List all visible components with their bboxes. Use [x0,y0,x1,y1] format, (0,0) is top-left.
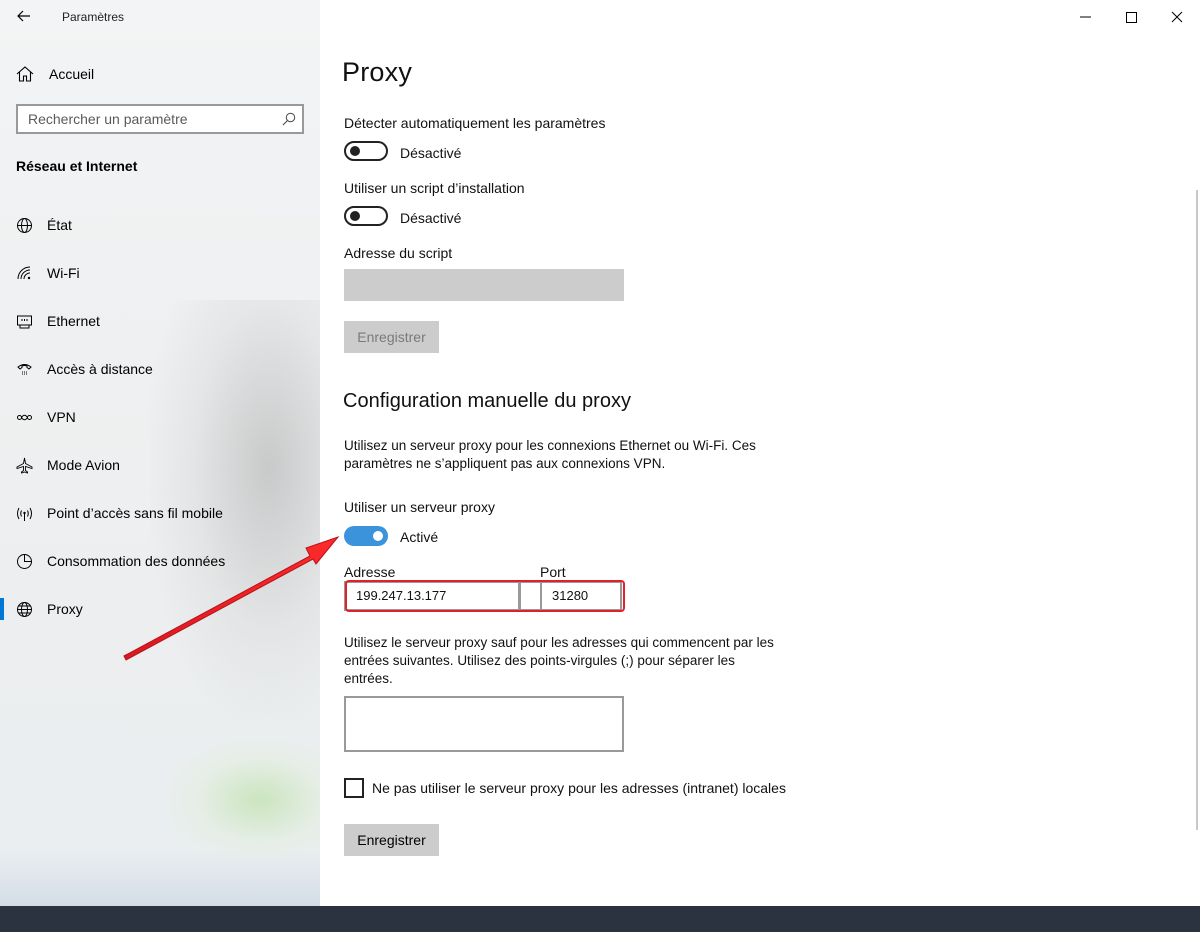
home-nav-item[interactable]: Accueil [0,58,320,90]
manual-proxy-description: Utilisez un serveur proxy pour les conne… [344,437,794,473]
sidebar-item-label: Point d’accès sans fil mobile [47,505,223,521]
sidebar-item-label: Accès à distance [47,361,153,377]
sidebar-item-label: Proxy [47,601,83,617]
annotation-highlight-box [345,580,625,612]
hotspot-icon [16,505,33,522]
home-label: Accueil [49,66,95,82]
manual-proxy-heading: Configuration manuelle du proxy [343,390,631,412]
local-bypass-checkbox[interactable] [344,778,364,798]
sidebar-item-proxy[interactable]: Proxy [0,589,320,629]
description-line: entrées suivantes. Utilisez des points-v… [344,653,735,668]
globe-icon [16,601,33,618]
sidebar-item-label: État [47,217,72,233]
sidebar-item-acces-distance[interactable]: Accès à distance [0,349,320,389]
sidebar-item-label: Wi-Fi [47,265,80,281]
save-button[interactable]: Enregistrer [344,824,439,856]
dialup-icon [16,361,33,378]
sidebar: Paramètres Accueil Réseau et Internet Ét… [0,0,320,906]
port-label: Port [540,564,566,580]
use-proxy-label: Utiliser un serveur proxy [344,499,495,515]
globe-status-icon [16,217,33,234]
exceptions-description: Utilisez le serveur proxy sauf pour les … [344,634,794,688]
wifi-icon [16,265,33,282]
section-heading: Réseau et Internet [16,158,138,174]
airplane-icon [16,457,33,474]
description-line: Utilisez un serveur proxy pour les conne… [344,438,756,453]
local-bypass-label: Ne pas utiliser le serveur proxy pour le… [372,780,786,796]
setup-script-toggle[interactable] [344,206,388,226]
setup-script-label: Utiliser un script d’installation [344,180,525,196]
sidebar-item-etat[interactable]: État [0,205,320,245]
active-indicator [0,598,4,620]
page-title: Proxy [342,57,413,87]
maximize-icon[interactable] [1108,2,1154,32]
save-script-button: Enregistrer [344,321,439,353]
ethernet-icon [16,313,33,330]
description-line: Utilisez le serveur proxy sauf pour les … [344,635,774,650]
background-blur [170,740,320,860]
toggle-knob [373,531,383,541]
toggle-knob [350,146,360,156]
main-content: Proxy Détecter automatiquement les param… [320,0,1200,906]
sidebar-item-label: VPN [47,409,76,425]
sidebar-item-ethernet[interactable]: Ethernet [0,301,320,341]
script-address-label: Adresse du script [344,245,453,261]
sidebar-item-label: Consommation des données [47,553,226,569]
description-line: entrées. [344,671,393,686]
sidebar-item-label: Ethernet [47,313,100,329]
taskbar [0,906,1200,932]
scrollbar[interactable] [1196,190,1198,830]
sidebar-item-wifi[interactable]: Wi-Fi [0,253,320,293]
sidebar-item-mode-avion[interactable]: Mode Avion [0,445,320,485]
sidebar-item-point-acces[interactable]: Point d’accès sans fil mobile [0,493,320,533]
search-input[interactable] [18,106,268,132]
exceptions-input[interactable] [344,696,624,752]
toggle-knob [350,211,360,221]
app-title: Paramètres [62,10,125,24]
auto-detect-label: Détecter automatiquement les paramètres [344,115,606,131]
sidebar-item-vpn[interactable]: VPN [0,397,320,437]
search-box[interactable] [16,104,304,134]
auto-detect-toggle[interactable] [344,141,388,161]
address-label: Adresse [344,564,396,580]
use-proxy-toggle[interactable] [344,526,388,546]
script-address-input [344,269,624,301]
background-blur [0,850,320,906]
search-icon[interactable] [282,112,296,126]
description-line: paramètres ne s’appliquent pas aux conne… [344,456,666,471]
vpn-icon [16,409,33,426]
home-icon [16,66,34,82]
close-icon[interactable] [1154,2,1200,32]
auto-detect-state: Désactivé [400,145,462,161]
sidebar-item-consommation[interactable]: Consommation des données [0,541,320,581]
setup-script-state: Désactivé [400,210,462,226]
data-usage-icon [16,553,33,570]
back-arrow-icon[interactable] [12,5,36,27]
minimize-icon[interactable] [1062,2,1108,32]
use-proxy-state: Activé [400,529,439,545]
sidebar-item-label: Mode Avion [47,457,120,473]
